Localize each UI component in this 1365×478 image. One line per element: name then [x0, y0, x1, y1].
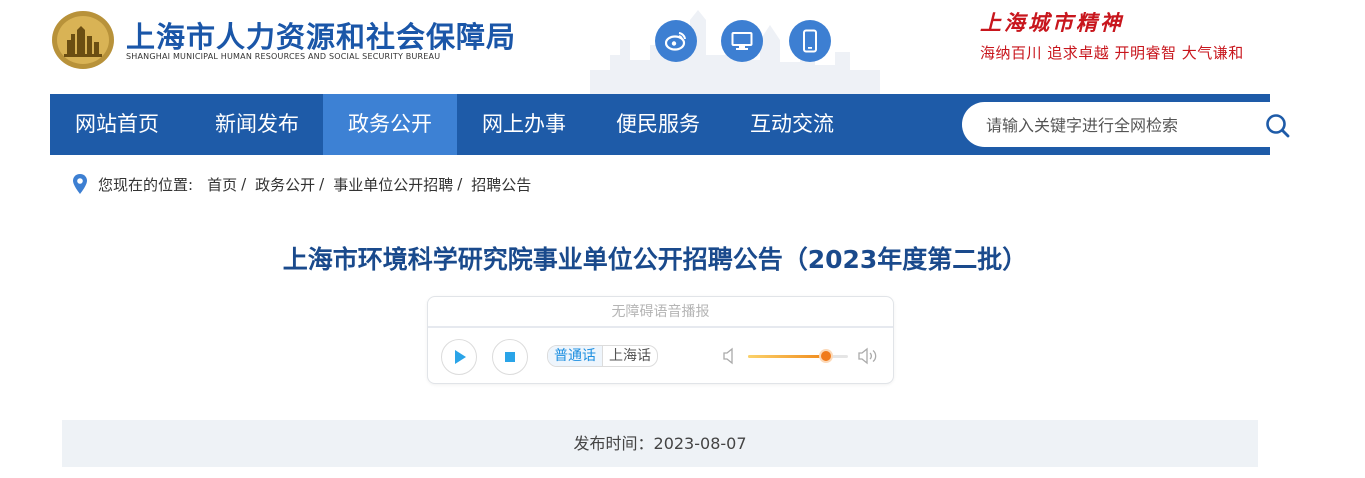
player-title: 无障碍语音播报: [611, 304, 710, 320]
main-nav: 网站首页 新闻发布 政务公开 网上办事 便民服务 互动交流: [50, 94, 1306, 155]
publish-label: 发布时间：: [573, 434, 654, 453]
nav-item-news[interactable]: 新闻发布: [190, 94, 324, 155]
breadcrumb-home[interactable]: 首页: [207, 174, 237, 195]
article-title: 上海市环境科学研究院事业单位公开招聘公告（2023年度第二批）: [282, 245, 1028, 274]
volume-high-icon[interactable]: [858, 347, 880, 365]
publish-info-bar: 发布时间：2023-08-07: [62, 420, 1258, 467]
volume-low-icon[interactable]: [723, 347, 737, 365]
org-title: 上海市人力资源和社会保障局: [126, 20, 517, 54]
breadcrumb-announcements[interactable]: 招聘公告: [471, 174, 531, 195]
mobile-icon[interactable]: [789, 20, 831, 62]
nav-item-online-services[interactable]: 网上办事: [457, 94, 591, 155]
breadcrumb-prefix: 您现在的位置:: [98, 175, 194, 194]
site-header: 上海市人力资源和社会保障局 SHANGHAI MUNICIPAL HUMAN R…: [0, 0, 1365, 94]
search-icon[interactable]: [1265, 113, 1291, 139]
location-pin-icon: [73, 174, 87, 194]
city-spirit-slogan: 海纳百川 追求卓越 开明睿智 大气谦和: [980, 44, 1244, 62]
play-button[interactable]: [441, 339, 477, 375]
nav-item-home[interactable]: 网站首页: [50, 94, 184, 155]
org-subtitle: SHANGHAI MUNICIPAL HUMAN RESOURCES AND S…: [126, 52, 441, 61]
nav-item-interaction[interactable]: 互动交流: [725, 94, 859, 155]
volume-fill: [748, 355, 826, 358]
city-spirit-title: 上海城市精神: [980, 10, 1124, 35]
desktop-icon[interactable]: [721, 20, 763, 62]
lang-mandarin[interactable]: 普通话: [548, 346, 602, 366]
play-icon: [455, 350, 466, 364]
breadcrumb-separator: /: [241, 175, 247, 193]
breadcrumb: 您现在的位置: 首页 / 政务公开 / 事业单位公开招聘 / 招聘公告: [72, 172, 531, 196]
search-input[interactable]: [984, 102, 1258, 149]
lang-shanghainese[interactable]: 上海话: [602, 346, 657, 366]
volume-slider[interactable]: [748, 351, 848, 361]
audio-player: 无障碍语音播报 普通话 上海话: [427, 296, 894, 384]
search-box: [962, 102, 1306, 149]
publish-date: 2023-08-07: [653, 434, 747, 453]
player-divider: [428, 326, 893, 328]
bureau-logo[interactable]: [50, 10, 116, 70]
breadcrumb-recruitment[interactable]: 事业单位公开招聘: [333, 174, 453, 195]
nav-item-government-affairs[interactable]: 政务公开: [323, 94, 457, 155]
breadcrumb-separator: /: [457, 175, 463, 193]
breadcrumb-separator: /: [319, 175, 325, 193]
volume-thumb[interactable]: [821, 351, 831, 361]
nav-item-public-services[interactable]: 便民服务: [591, 94, 725, 155]
breadcrumb-government-affairs[interactable]: 政务公开: [255, 174, 315, 195]
stop-button[interactable]: [492, 339, 528, 375]
stop-icon: [505, 352, 515, 362]
language-toggle: 普通话 上海话: [547, 345, 658, 367]
weibo-icon[interactable]: [655, 20, 697, 62]
